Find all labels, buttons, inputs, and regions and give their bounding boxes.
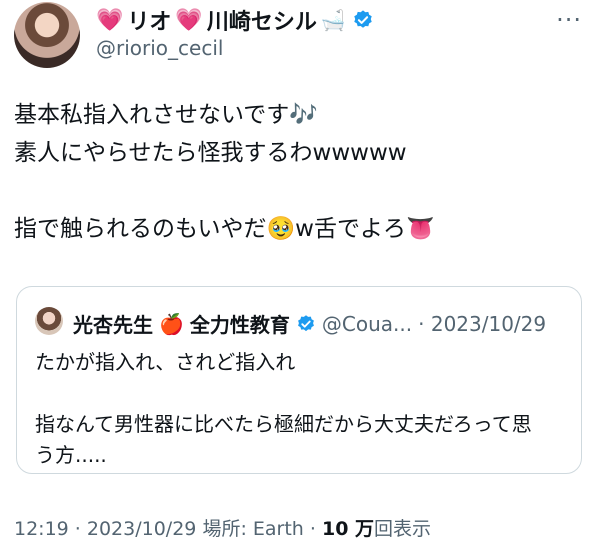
quoted-tweet-header: 光杏先生 🍎 全力性教育 @Coua... · 2023/10/29: [73, 309, 546, 338]
quoted-tweet-date: · 2023/10/29: [418, 311, 547, 336]
view-count: 10 万: [321, 518, 375, 540]
tweet-line: 基本私指入れさせないです🎶: [14, 102, 318, 128]
verified-badge-icon: [297, 314, 314, 331]
author-handle[interactable]: @riorio_cecil: [96, 36, 223, 60]
view-count-label: 回表示: [374, 518, 432, 540]
author-name-part2: 川崎セシル: [206, 10, 317, 35]
author-name-part1: リオ: [127, 10, 172, 35]
quoted-line: 指なんて男性器に比べたら極細だから大丈夫だろって思: [35, 412, 532, 436]
quoted-line: たかが指入れ、されど指入れ: [35, 350, 296, 374]
bathtub-emoji-icon: 🛁: [320, 8, 346, 32]
quoted-author-name-part2: 全力性教育: [189, 313, 290, 337]
quoted-line: う方.....: [35, 443, 107, 467]
tweet-text: 基本私指入れさせないです🎶 素人にやらせたら怪我するわwwwww 指で触られるの…: [14, 96, 584, 248]
tweet-footer: 12:19 · 2023/10/29 場所: Earth · 10 万回表示: [14, 514, 431, 541]
location: 場所: Earth ·: [202, 518, 316, 540]
apple-emoji-icon: 🍎: [159, 311, 184, 336]
verified-badge-icon: [354, 10, 372, 28]
timestamp[interactable]: 12:19 · 2023/10/29: [14, 518, 196, 540]
heart-emoji-icon: 💗: [175, 7, 203, 33]
quoted-author-avatar: [35, 307, 63, 335]
tweet-line: 指で触られるのもいやだ🥹w舌でよろ👅: [14, 216, 435, 242]
quoted-author-handle: @Coua...: [321, 311, 413, 336]
author-name[interactable]: 💗 リオ 💗 川崎セシル 🛁: [96, 4, 374, 36]
heart-emoji-icon: 💗: [96, 7, 124, 33]
quoted-tweet-text: たかが指入れ、されど指入れ 指なんて男性器に比べたら極細だから大丈夫だろって思 …: [35, 347, 565, 471]
more-options-icon[interactable]: ···: [556, 6, 582, 34]
quoted-tweet-card[interactable]: 光杏先生 🍎 全力性教育 @Coua... · 2023/10/29 たかが指入…: [16, 286, 582, 474]
tweet-line: 素人にやらせたら怪我するわwwwww: [14, 140, 407, 166]
quoted-line-blank: [35, 378, 565, 409]
author-avatar[interactable]: [14, 2, 80, 68]
quoted-author-name-part1: 光杏先生: [73, 313, 153, 337]
